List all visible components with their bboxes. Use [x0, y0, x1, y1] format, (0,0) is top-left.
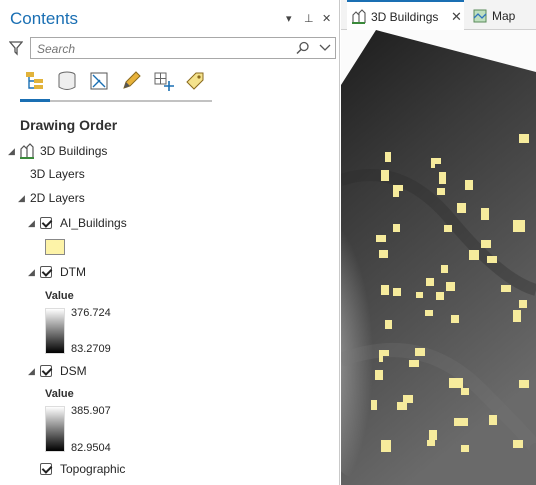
search-box — [30, 37, 336, 59]
dsm-legend-title: Value — [45, 388, 74, 400]
ai-buildings-symbol-swatch[interactable] — [45, 239, 65, 255]
tree-node-topographic[interactable]: Topographic — [40, 459, 240, 479]
tree-label: DSM — [60, 364, 87, 378]
search-input[interactable] — [35, 40, 289, 58]
expand-triangle-icon[interactable]: ◢ — [28, 213, 35, 233]
chevron-down-icon[interactable] — [319, 43, 331, 53]
pin-icon[interactable]: ⊥ — [304, 12, 314, 25]
contents-toolbar — [18, 68, 214, 102]
tree-label: DTM — [60, 265, 86, 279]
expand-triangle-icon[interactable]: ◢ — [18, 188, 25, 208]
expand-triangle-icon[interactable]: ◢ — [28, 262, 35, 282]
search-row — [8, 37, 336, 61]
expand-triangle-icon[interactable]: ◢ — [8, 141, 15, 161]
tab-label: Map — [492, 9, 516, 23]
active-tool-indicator — [20, 99, 50, 102]
tree-node-2d-layers[interactable]: ◢ 2D Layers — [18, 188, 218, 208]
tree-label: Topographic — [60, 462, 126, 476]
drawing-order-icon[interactable] — [22, 68, 48, 94]
tab-label: 3D Buildings — [371, 10, 439, 24]
dsm-color-ramp — [45, 406, 65, 452]
snapping-icon[interactable] — [150, 68, 176, 94]
dtm-min-value: 83.2709 — [71, 343, 111, 355]
scene-icon — [20, 143, 34, 159]
search-icon[interactable] — [296, 41, 310, 55]
tree-node-dsm[interactable]: ◢ DSM — [28, 361, 228, 381]
contents-pane: Contents ▾ ⊥ ✕ Search Drawing Order ◢ 3D… — [0, 0, 340, 485]
dtm-legend-title: Value — [45, 290, 74, 302]
filter-icon[interactable] — [9, 40, 23, 56]
selection-icon[interactable] — [86, 68, 112, 94]
close-icon[interactable]: ✕ — [322, 12, 331, 25]
layer-visibility-checkbox[interactable] — [40, 463, 52, 475]
database-icon[interactable] — [54, 68, 80, 94]
expand-triangle-icon[interactable]: ◢ — [28, 361, 35, 381]
tree-node-dtm[interactable]: ◢ DTM — [28, 262, 228, 282]
dsm-max-value: 385.907 — [71, 405, 111, 417]
tab-map[interactable]: Map — [469, 0, 536, 30]
tree-label: 2D Layers — [30, 191, 85, 205]
map-icon — [473, 9, 487, 23]
scene-icon — [352, 9, 366, 24]
dtm-color-ramp — [45, 308, 65, 354]
scene-view[interactable] — [341, 30, 536, 485]
tree-node-ai-buildings[interactable]: ◢ AI_Buildings — [28, 213, 228, 233]
pane-menu-chevron-icon[interactable]: ▾ — [286, 12, 292, 25]
tab-close-icon[interactable]: ✕ — [451, 2, 462, 32]
pane-title: Contents — [10, 9, 79, 28]
label-tag-icon[interactable] — [182, 68, 208, 94]
layer-visibility-checkbox[interactable] — [40, 365, 52, 377]
layer-visibility-checkbox[interactable] — [40, 266, 52, 278]
tree-label: 3D Buildings — [40, 144, 108, 158]
tree-node-3d-buildings[interactable]: ◢ 3D Buildings — [6, 141, 306, 161]
pencil-icon[interactable] — [118, 68, 144, 94]
view-tab-bar: 3D Buildings ✕ Map — [341, 0, 536, 31]
tab-3d-buildings[interactable]: 3D Buildings ✕ — [347, 0, 464, 31]
tree-label: 3D Layers — [30, 167, 85, 181]
layer-visibility-checkbox[interactable] — [40, 217, 52, 229]
tree-label: AI_Buildings — [60, 216, 127, 230]
scene-canvas[interactable] — [341, 30, 536, 485]
dtm-max-value: 376.724 — [71, 307, 111, 319]
dsm-min-value: 82.9504 — [71, 442, 111, 454]
drawing-order-heading: Drawing Order — [20, 117, 118, 133]
